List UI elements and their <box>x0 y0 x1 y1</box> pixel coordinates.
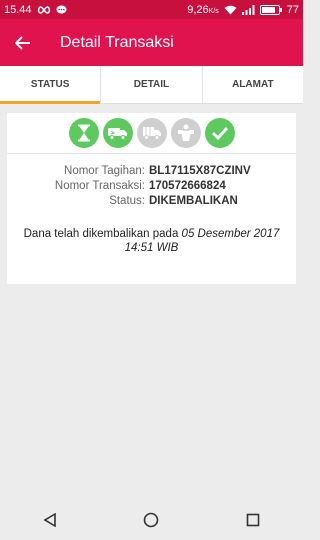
app-bar: Detail Transaksi <box>0 19 303 66</box>
arrow-left-icon <box>15 35 30 50</box>
nav-home-button[interactable] <box>143 512 159 533</box>
triangle-back-icon <box>43 512 56 527</box>
status-value: DIKEMBALIKAN <box>149 195 238 207</box>
package-person-icon <box>177 124 194 141</box>
refund-date: 05 Desember 2017 <box>181 228 280 240</box>
refund-note: Dana telah dikembalikan pada 05 Desember… <box>7 227 296 255</box>
progress-steps <box>7 113 296 154</box>
bill-number-value: BL17115X87CZINV <box>149 165 251 177</box>
status-label: Status: <box>109 195 145 207</box>
step-completed <box>204 118 235 148</box>
bill-number-label: Nomor Tagihan: <box>64 165 145 177</box>
step-waiting <box>68 118 99 148</box>
nav-back-button[interactable] <box>43 512 57 532</box>
circle-home-icon <box>144 512 159 527</box>
status-bar: 15.44 9,26K/s 77 <box>0 0 303 19</box>
step-processed <box>102 118 133 148</box>
nav-recents-button[interactable] <box>246 513 260 532</box>
transaction-number-label: Nomor Transaksi: <box>54 180 145 192</box>
chat-bubble-icon <box>56 5 67 15</box>
battery-level: 77 <box>286 3 299 16</box>
wifi-icon <box>224 5 237 15</box>
bill-number-row: Nomor Tagihan: BL17115X87CZINV <box>7 164 296 179</box>
battery-icon <box>259 4 282 15</box>
tab-status[interactable]: STATUS <box>0 66 101 104</box>
delivery-truck-icon <box>142 127 161 140</box>
square-recents-icon <box>246 513 260 526</box>
back-button[interactable] <box>0 19 46 66</box>
step-shipped <box>136 118 167 148</box>
signal-icon <box>241 4 255 15</box>
transaction-info: Nomor Tagihan: BL17115X87CZINV Nomor Tra… <box>7 154 296 209</box>
tab-alamat[interactable]: ALAMAT <box>201 66 303 103</box>
system-nav-bar <box>0 504 303 540</box>
page-title: Detail Transaksi <box>60 33 174 51</box>
infinity-icon <box>37 5 51 14</box>
transaction-status-card: Nomor Tagihan: BL17115X87CZINV Nomor Tra… <box>7 113 296 284</box>
check-icon <box>211 126 228 140</box>
tab-bar: STATUS DETAIL ALAMAT <box>0 66 303 104</box>
refund-note-text: Dana telah dikembalikan pada <box>23 228 182 240</box>
truck-icon <box>107 128 127 140</box>
hourglass-icon <box>77 124 90 142</box>
transaction-number-value: 170572666824 <box>149 180 226 192</box>
transaction-number-row: Nomor Transaksi: 170572666824 <box>7 179 296 194</box>
clock: 15.44 <box>4 3 32 16</box>
network-speed: 9,26K/s <box>187 3 219 16</box>
status-row: Status: DIKEMBALIKAN <box>7 194 296 209</box>
step-received <box>170 118 201 148</box>
refund-time: 14:51 WIB <box>124 242 179 254</box>
tab-detail[interactable]: DETAIL <box>100 66 201 103</box>
